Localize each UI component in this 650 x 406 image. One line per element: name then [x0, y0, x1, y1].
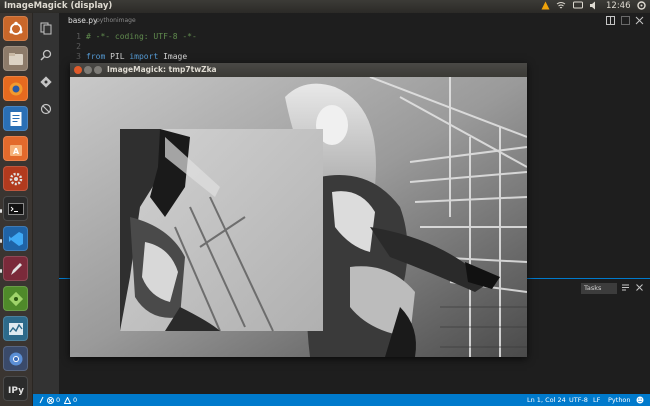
imagemagick-titlebar[interactable]: ImageMagick: tmp7twZka: [70, 63, 527, 77]
top-panel: ImageMagick (display) 12:46: [0, 0, 650, 13]
git-branch-icon[interactable]: [39, 394, 44, 406]
window-maximize-button[interactable]: [94, 66, 102, 74]
feedback-smiley-icon[interactable]: [636, 394, 644, 406]
editor-running-indicator: [0, 269, 2, 273]
code-text[interactable]: from PIL import Image: [86, 51, 187, 62]
code-token: Image: [158, 52, 188, 61]
software-center-icon[interactable]: A: [3, 136, 28, 161]
keyboard-icon[interactable]: [573, 1, 583, 12]
code-line[interactable]: 3 from PIL import Image: [59, 51, 639, 62]
code-token: import: [129, 52, 159, 61]
editor-tab-filename[interactable]: base.py: [68, 16, 97, 25]
system-settings-icon[interactable]: [3, 166, 28, 191]
displayed-image-graphic: [70, 77, 527, 357]
svg-text:IPy: IPy: [8, 386, 24, 395]
active-window-title: ImageMagick (display): [4, 1, 113, 11]
language-mode[interactable]: Python: [608, 394, 631, 406]
imagemagick-window-title: ImageMagick: tmp7twZka: [107, 65, 217, 74]
warnings-count[interactable]: 0: [73, 394, 77, 406]
inkscape-icon[interactable]: [3, 286, 28, 311]
clock[interactable]: 12:46: [606, 1, 631, 12]
terminal-running-indicator: [0, 209, 2, 213]
power-gear-icon[interactable]: [636, 1, 646, 12]
update-notifier-icon[interactable]: [540, 1, 550, 12]
debug-icon[interactable]: [39, 103, 53, 117]
source-control-icon[interactable]: [39, 76, 53, 90]
volume-icon[interactable]: [589, 1, 599, 12]
chromium-icon[interactable]: [3, 346, 28, 371]
panel-clear-icon[interactable]: [621, 283, 630, 295]
desktop: ImageMagick (display) 12:46 A IPy base.p…: [0, 0, 650, 406]
wifi-icon[interactable]: [556, 1, 566, 12]
end-of-line[interactable]: LF: [593, 394, 600, 406]
explorer-icon[interactable]: [39, 22, 53, 36]
open-changes-icon[interactable]: [621, 16, 630, 27]
imagemagick-window[interactable]: ImageMagick: tmp7twZka: [70, 63, 527, 357]
split-editor-icon[interactable]: [606, 16, 615, 27]
code-token: PIL: [105, 52, 130, 61]
activity-bar: [33, 13, 59, 394]
editor-tab-path: pythonimage: [96, 17, 136, 24]
line-number: 3: [76, 52, 81, 61]
encoding[interactable]: UTF-8: [569, 394, 588, 406]
panel-tasks-select[interactable]: Tasks: [581, 283, 617, 294]
code-token: # -*- coding: UTF-8 -*-: [86, 32, 197, 41]
window-close-button[interactable]: [74, 66, 82, 74]
editor-tab-row: base.py pythonimage: [59, 13, 650, 29]
unity-launcher: A IPy: [0, 13, 33, 406]
panel-close-icon[interactable]: [635, 283, 644, 295]
displayed-image[interactable]: [70, 77, 527, 357]
warnings-icon[interactable]: [63, 394, 72, 406]
cursor-position[interactable]: Ln 1, Col 24: [527, 394, 566, 406]
ubuntu-dash-icon[interactable]: [3, 16, 28, 41]
search-icon[interactable]: [39, 49, 53, 63]
ipython-icon[interactable]: IPy: [3, 376, 28, 401]
close-all-icon[interactable]: [635, 16, 644, 27]
code-token: from: [86, 52, 106, 61]
files-icon[interactable]: [3, 46, 28, 71]
vscode-icon[interactable]: [3, 226, 28, 251]
window-minimize-button[interactable]: [84, 66, 92, 74]
firefox-icon[interactable]: [3, 76, 28, 101]
text-editor-icon[interactable]: [3, 256, 28, 281]
terminal-icon[interactable]: [3, 196, 28, 221]
system-monitor-icon[interactable]: [3, 316, 28, 341]
status-bar: 0 0 Ln 1, Col 24 UTF-8 LF Python: [33, 394, 650, 406]
errors-icon[interactable]: [47, 394, 54, 406]
libreoffice-writer-icon[interactable]: [3, 106, 28, 131]
vscode-running-indicator: [0, 239, 2, 243]
errors-count[interactable]: 0: [56, 394, 60, 406]
svg-text:A: A: [12, 147, 19, 156]
